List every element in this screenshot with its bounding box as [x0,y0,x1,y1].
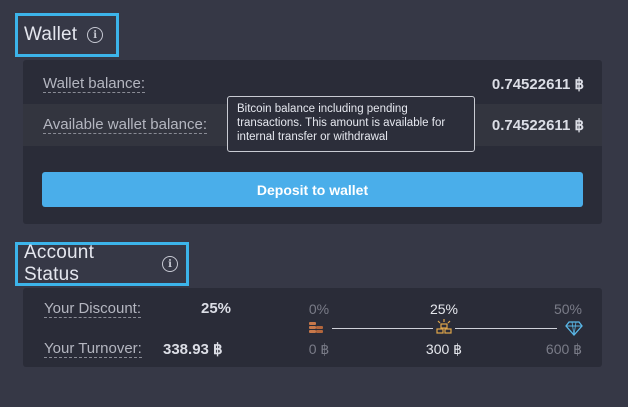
tier-progress-line [332,328,433,329]
deposit-to-wallet-button[interactable]: Deposit to wallet [42,172,583,207]
available-balance-value: 0.74522611 ฿ [491,117,584,134]
info-icon[interactable]: i [87,27,104,43]
tier-progress-line [455,328,557,329]
tier-2-amount: 600 ฿ [545,341,583,357]
wallet-section-title: Wallet i [15,13,119,57]
wallet-balance-label[interactable]: Wallet balance: [43,75,145,93]
account-status-section-title: Account Status i [15,242,189,286]
discount-label[interactable]: Your Discount: [44,300,142,318]
gold-bars-icon [436,319,452,334]
account-status-title-text: Account Status [24,242,95,285]
balance-tooltip: Bitcoin balance including pending transa… [227,96,475,152]
tier-1-percent: 25% [429,301,459,317]
discount-value: 25% [201,300,232,317]
diamond-icon [565,321,583,336]
tooltip-line: internal transfer or withdrawal [237,131,388,143]
tier-0-percent: 0% [308,301,330,317]
turnover-label[interactable]: Your Turnover: [44,340,142,358]
tooltip-line: Bitcoin balance including pending [237,103,408,115]
tier-2-percent: 50% [553,301,583,317]
tier-1-amount: 300 ฿ [425,341,463,357]
tooltip-line: transactions. This amount is available f… [237,117,446,129]
bronze-coins-icon [309,322,323,333]
account-status-panel: Your Discount: 25% Your Turnover: 338.93… [23,288,602,367]
available-balance-label[interactable]: Available wallet balance: [43,116,207,134]
tier-0-amount: 0 ฿ [308,341,330,357]
wallet-balance-value: 0.74522611 ฿ [491,76,584,93]
info-icon[interactable]: i [162,256,178,272]
turnover-value: 338.93 ฿ [163,341,223,358]
wallet-title-text: Wallet [24,24,78,45]
